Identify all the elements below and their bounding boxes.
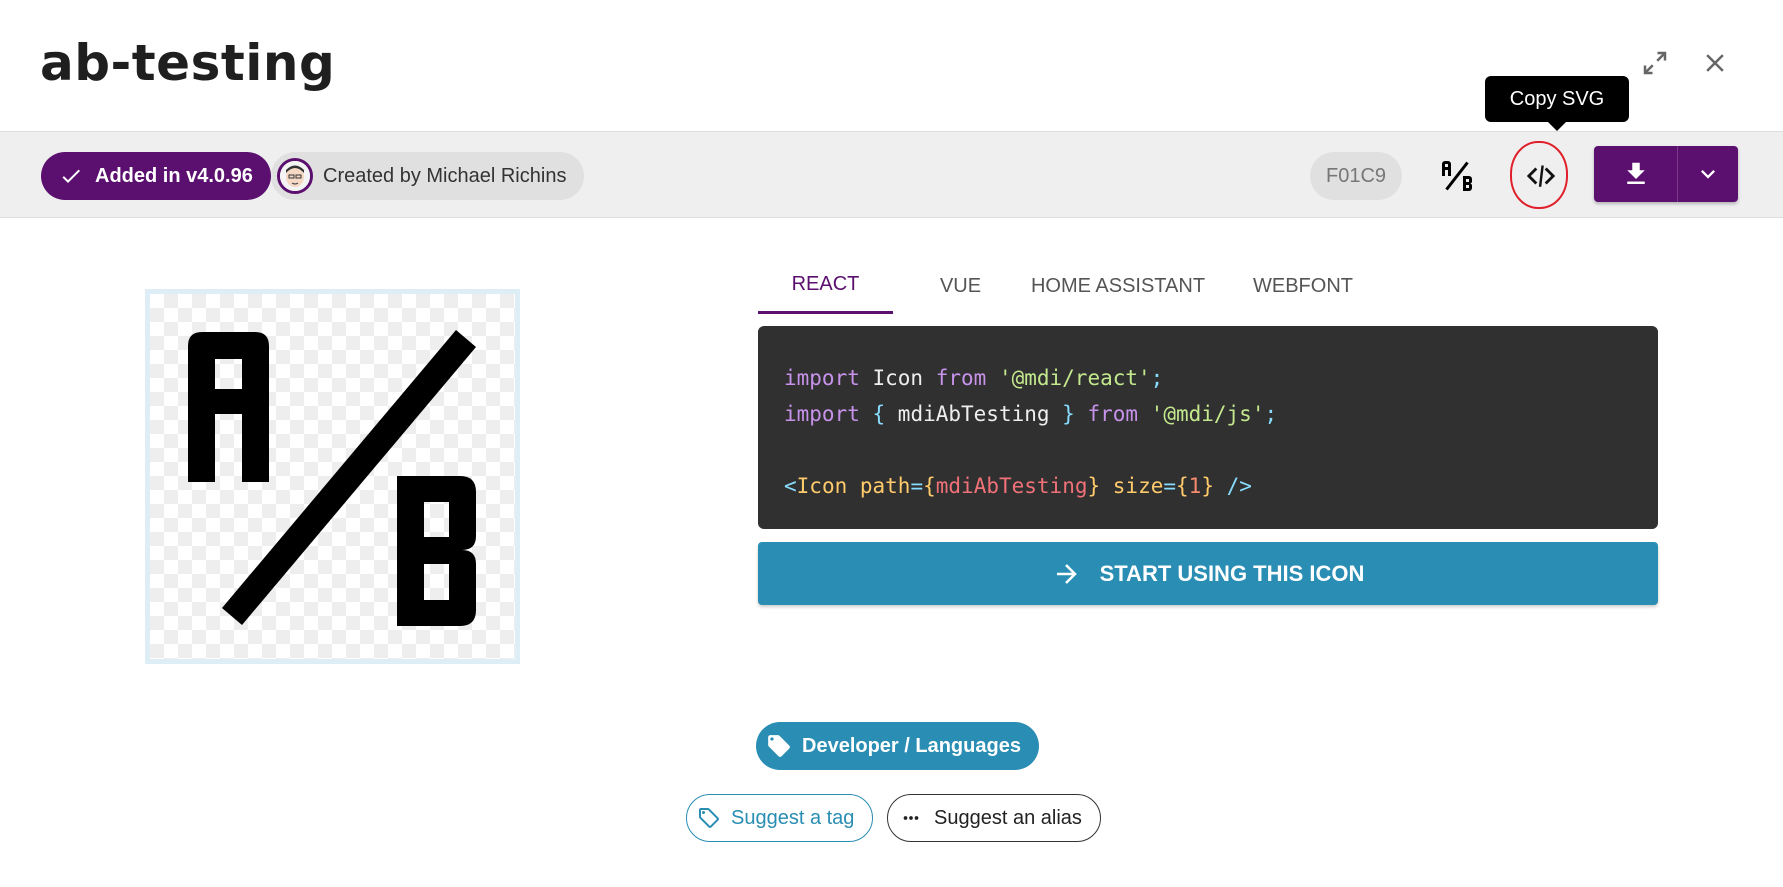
ab-testing-preview-icon (188, 330, 476, 626)
tag-icon (768, 735, 790, 757)
tab-webfont[interactable]: WEBFONT (1208, 258, 1398, 314)
chevron-down-icon[interactable] (1678, 146, 1738, 202)
check-icon (62, 169, 80, 183)
category-tag-label: Developer / Languages (802, 734, 1021, 757)
tab-home-assistant[interactable]: HOME ASSISTANT (1028, 258, 1208, 314)
code-line-2: import { mdiAbTesting } from '@mdi/js'; (784, 402, 1278, 426)
close-icon[interactable] (1696, 44, 1734, 82)
code-line-3: <Icon path={mdiAbTesting} size={1} /> (784, 474, 1252, 498)
start-using-button[interactable]: START USING THIS ICON (758, 542, 1658, 605)
start-using-label: START USING THIS ICON (1099, 560, 1365, 586)
suggest-tag-label: Suggest a tag (731, 806, 855, 829)
code-tabs: REACT VUE HOME ASSISTANT WEBFONT (758, 258, 1398, 314)
icon-preview (145, 289, 520, 664)
suggest-tag-button[interactable]: Suggest a tag (686, 794, 874, 842)
arrow-expand-icon[interactable] (1636, 44, 1674, 82)
code-line-1: import Icon from '@mdi/react'; (784, 366, 1164, 390)
ab-testing-icon[interactable] (1431, 150, 1483, 202)
codepoint-chip[interactable]: F01C9 (1310, 152, 1402, 200)
copy-svg-tooltip: Copy SVG (1485, 76, 1629, 131)
tab-vue[interactable]: VUE (893, 258, 1028, 314)
dots-horizontal-icon (903, 816, 919, 820)
download-icon[interactable] (1594, 146, 1678, 202)
creator-label: Created by Michael Richins (323, 164, 567, 187)
tag-outline-icon (699, 808, 719, 828)
added-version-badge[interactable]: Added in v4.0.96 (41, 152, 271, 200)
arrow-right-icon (1056, 563, 1077, 584)
code-snippet[interactable]: import Icon from '@mdi/react'; import { … (758, 326, 1658, 529)
suggest-alias-label: Suggest an alias (934, 806, 1082, 829)
suggest-alias-button[interactable]: Suggest an alias (887, 794, 1101, 842)
added-version-label: Added in v4.0.96 (95, 164, 253, 187)
creator-chip[interactable]: Created by Michael Richins (271, 152, 585, 200)
page-title: ab-testing (40, 34, 336, 92)
category-tag[interactable]: Developer / Languages (756, 722, 1039, 770)
tab-react[interactable]: REACT (758, 258, 893, 314)
download-button-group (1594, 146, 1738, 202)
avatar (277, 158, 313, 194)
annotation-circle (1510, 141, 1568, 209)
